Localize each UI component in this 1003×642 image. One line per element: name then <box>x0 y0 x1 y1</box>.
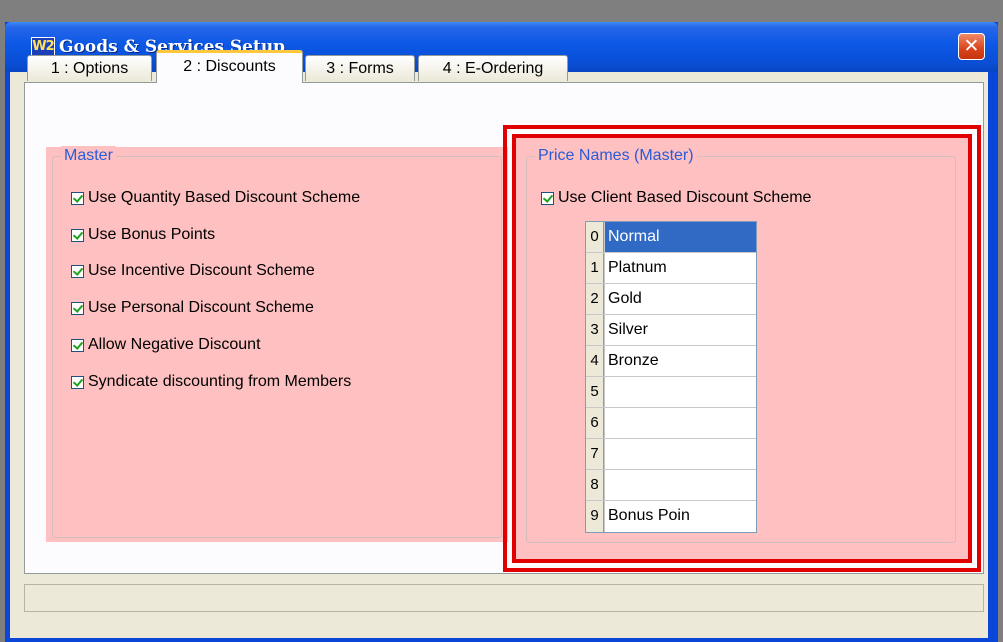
price-name-cell[interactable] <box>604 408 756 438</box>
table-row[interactable]: 1 Platnum <box>586 253 756 284</box>
status-bar <box>24 584 984 612</box>
allow-negative-discount-checkbox[interactable]: Allow Negative Discount <box>71 335 261 355</box>
price-name-cell[interactable]: Gold <box>604 284 756 314</box>
use-personal-discount-checkbox[interactable]: Use Personal Discount Scheme <box>71 298 314 318</box>
syndicate-discounting-checkbox[interactable]: Syndicate discounting from Members <box>71 372 351 392</box>
table-row[interactable]: 6 <box>586 408 756 439</box>
use-client-discount-checkbox[interactable]: Use Client Based Discount Scheme <box>541 188 811 208</box>
table-row[interactable]: 7 <box>586 439 756 470</box>
use-incentive-discount-checkbox[interactable]: Use Incentive Discount Scheme <box>71 261 315 281</box>
table-row[interactable]: 2 Gold <box>586 284 756 315</box>
checkbox-label: Use Client Based Discount Scheme <box>558 189 812 206</box>
price-name-cell[interactable]: Bronze <box>604 346 756 376</box>
row-index: 5 <box>586 377 604 407</box>
checkbox-checked-icon[interactable] <box>71 375 84 389</box>
table-row[interactable]: 5 <box>586 377 756 408</box>
checkbox-checked-icon[interactable] <box>71 264 84 278</box>
use-quantity-discount-checkbox[interactable]: Use Quantity Based Discount Scheme <box>71 188 360 208</box>
checkbox-label: Use Quantity Based Discount Scheme <box>88 189 361 206</box>
price-name-cell[interactable]: Bonus Poin <box>604 501 756 532</box>
table-row[interactable]: 0 Normal <box>586 222 756 253</box>
row-index: 3 <box>586 315 604 345</box>
checkbox-checked-icon[interactable] <box>71 228 84 242</box>
checkbox-checked-icon[interactable] <box>541 191 554 205</box>
price-name-cell[interactable]: Silver <box>604 315 756 345</box>
row-index: 8 <box>586 470 604 500</box>
use-bonus-points-checkbox[interactable]: Use Bonus Points <box>71 225 215 245</box>
checkbox-checked-icon[interactable] <box>71 191 84 205</box>
table-row[interactable]: 8 <box>586 470 756 501</box>
tab-options[interactable]: 1 : Options <box>27 55 152 81</box>
tab-strip: 1 : Options 2 : Discounts 3 : Forms 4 : … <box>24 50 984 83</box>
price-names-group-label: Price Names (Master) <box>535 146 697 166</box>
tab-e-ordering[interactable]: 4 : E-Ordering <box>418 55 568 81</box>
row-index: 9 <box>586 501 604 532</box>
price-name-cell[interactable] <box>604 377 756 407</box>
row-index: 7 <box>586 439 604 469</box>
row-index: 6 <box>586 408 604 438</box>
row-index: 4 <box>586 346 604 376</box>
row-index: 2 <box>586 284 604 314</box>
table-row[interactable]: 3 Silver <box>586 315 756 346</box>
checkbox-checked-icon[interactable] <box>71 338 84 352</box>
checkbox-checked-icon[interactable] <box>71 301 84 315</box>
row-index: 0 <box>586 222 604 252</box>
price-name-cell[interactable]: Platnum <box>604 253 756 283</box>
row-index: 1 <box>586 253 604 283</box>
price-name-cell[interactable]: Normal <box>604 222 756 252</box>
master-group-label: Master <box>61 146 116 166</box>
checkbox-label: Syndicate discounting from Members <box>88 373 352 390</box>
price-names-grid: 0 Normal 1 Platnum 2 Gold 3 Silver 4 Bro… <box>585 221 757 533</box>
price-name-cell[interactable] <box>604 470 756 500</box>
tab-forms[interactable]: 3 : Forms <box>305 55 415 81</box>
table-row[interactable]: 9 Bonus Poin <box>586 501 756 532</box>
checkbox-label: Use Personal Discount Scheme <box>88 299 314 316</box>
price-name-cell[interactable] <box>604 439 756 469</box>
checkbox-label: Allow Negative Discount <box>88 336 261 353</box>
table-row[interactable]: 4 Bronze <box>586 346 756 377</box>
checkbox-label: Use Incentive Discount Scheme <box>88 262 315 279</box>
checkbox-label: Use Bonus Points <box>88 226 216 243</box>
tab-discounts[interactable]: 2 : Discounts <box>156 50 303 83</box>
